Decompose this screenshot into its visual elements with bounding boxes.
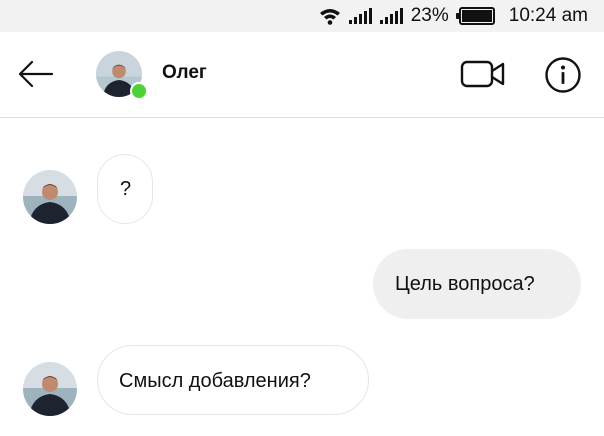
info-icon[interactable] [544, 56, 582, 94]
battery-percent: 23% [410, 5, 449, 26]
battery-icon [455, 7, 495, 25]
signal-icon-2 [379, 8, 403, 24]
message-bubble-outgoing[interactable]: Цель вопроса? [373, 249, 581, 319]
signal-icon [348, 8, 372, 24]
contact-name[interactable]: Олег [162, 62, 207, 84]
video-call-icon[interactable] [460, 56, 506, 92]
wifi-icon [319, 9, 340, 25]
message-bubble-incoming[interactable]: Смысл добавления? [97, 345, 369, 415]
chat-header: Олег [0, 32, 604, 118]
clock: 10:24 am [508, 5, 588, 26]
message-text: ? [120, 178, 132, 200]
status-indicators: 23% 10:24 am [319, 3, 588, 29]
message-text: Смысл добавления? [119, 370, 311, 392]
status-bar: 23% 10:24 am [0, 0, 604, 32]
sender-avatar[interactable] [23, 362, 77, 416]
back-arrow-icon[interactable] [16, 54, 56, 94]
message-bubble-incoming[interactable]: ? [97, 154, 153, 224]
message-text: Цель вопроса? [395, 273, 535, 295]
sender-avatar[interactable] [23, 170, 77, 224]
online-status-indicator [130, 82, 148, 100]
